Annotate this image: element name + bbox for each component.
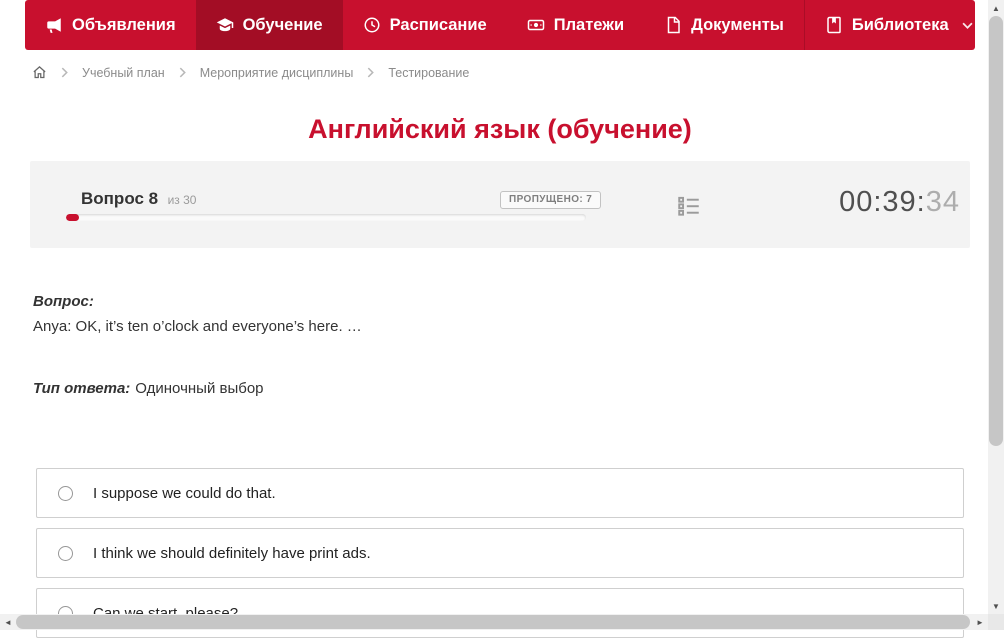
chevron-right-icon	[61, 67, 68, 78]
timer: 00:39:34	[839, 185, 960, 219]
nav-item-label: Библиотека	[851, 15, 949, 34]
question-total: из 30	[167, 193, 197, 207]
chevron-down-icon	[958, 22, 973, 29]
progress-fill	[66, 214, 79, 221]
question-list-icon[interactable]	[676, 193, 702, 219]
answer-options: I suppose we could do that. I think we s…	[36, 468, 964, 638]
skipped-badge: ПРОПУЩЕНО: 7	[500, 191, 602, 209]
nav-item-payments[interactable]: Платежи	[507, 0, 644, 50]
vertical-scrollbar[interactable]: ▲ ▼	[988, 0, 1004, 614]
banknote-icon	[527, 16, 545, 34]
progress-bar	[66, 214, 586, 221]
timer-seconds: 34	[925, 186, 960, 218]
option-label: I suppose we could do that.	[93, 484, 276, 502]
nav-item-label: Обучение	[242, 15, 323, 34]
nav-item-library[interactable]: Библиотека	[803, 0, 975, 50]
chevron-right-icon	[179, 67, 186, 78]
radio-icon[interactable]	[58, 545, 73, 561]
nav-item-education[interactable]: Обучение	[195, 0, 343, 50]
nav-item-schedule[interactable]: Расписание	[343, 0, 507, 50]
graduation-cap-icon	[216, 16, 234, 34]
scroll-left-arrow[interactable]: ◄	[0, 614, 16, 630]
breadcrumb-item-discipline-event[interactable]: Мероприятие дисциплины	[200, 66, 354, 80]
megaphone-icon	[45, 16, 63, 34]
horizontal-scroll-thumb[interactable]	[16, 615, 970, 629]
book-icon	[825, 16, 843, 34]
nav-item-documents[interactable]: Документы	[644, 0, 804, 50]
answer-option-1[interactable]: I suppose we could do that.	[36, 468, 964, 518]
answer-type-value: Одиночный выбор	[135, 380, 264, 397]
option-label: I think we should definitely have print …	[93, 544, 371, 562]
nav-item-label: Документы	[691, 15, 784, 34]
breadcrumb-item-testing[interactable]: Тестирование	[388, 66, 469, 80]
scroll-right-arrow[interactable]: ►	[972, 614, 988, 630]
answer-option-3[interactable]: Can we start, please?	[36, 588, 964, 638]
nav-item-label: Платежи	[553, 15, 625, 34]
horizontal-scrollbar[interactable]: ◄ ►	[0, 614, 988, 630]
question-counter: Вопрос 8 из 30	[81, 190, 196, 209]
answer-type-label: Тип ответа:	[33, 380, 131, 397]
vertical-scroll-thumb[interactable]	[989, 16, 1003, 446]
page-content: Объявления Обучение Расписание Платежи Д…	[25, 0, 975, 638]
timer-hours-minutes: 00:39:	[839, 186, 926, 218]
radio-icon[interactable]	[58, 485, 73, 501]
scroll-down-arrow[interactable]: ▼	[988, 598, 1004, 614]
answer-type-row: Тип ответа: Одиночный выбор	[33, 381, 975, 397]
quiz-header: Вопрос 8 из 30 ПРОПУЩЕНО: 7 00:39:34	[30, 161, 970, 248]
document-icon	[664, 16, 682, 34]
question-number: Вопрос 8	[81, 189, 159, 208]
chevron-right-icon	[367, 67, 375, 78]
nav-item-label: Расписание	[389, 15, 487, 34]
question-section: Вопрос: Anya: OK, it’s ten o’clock and e…	[33, 294, 975, 335]
answer-option-2[interactable]: I think we should definitely have print …	[36, 528, 964, 578]
home-icon[interactable]	[32, 65, 47, 80]
breadcrumb: Учебный план Мероприятие дисциплины Тест…	[32, 65, 975, 80]
question-text: Anya: OK, it’s ten o’clock and everyone’…	[33, 318, 362, 335]
page-title: Английский язык (обучение)	[308, 114, 692, 144]
scroll-up-arrow[interactable]: ▲	[988, 0, 1004, 16]
scrollbar-corner	[988, 614, 1004, 630]
breadcrumb-item-curriculum[interactable]: Учебный план	[82, 66, 165, 80]
nav-item-label: Объявления	[72, 15, 176, 34]
nav-item-announcements[interactable]: Объявления	[25, 0, 196, 50]
top-navigation: Объявления Обучение Расписание Платежи Д…	[25, 0, 975, 50]
clock-icon	[363, 16, 381, 34]
question-heading: Вопрос:	[33, 293, 94, 310]
